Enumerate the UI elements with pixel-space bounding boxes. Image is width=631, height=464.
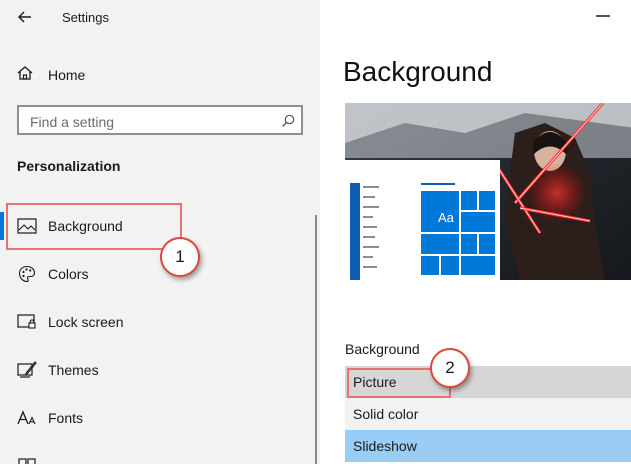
sidebar-item-fonts[interactable]: Fonts xyxy=(0,396,310,440)
sidebar-item-label: Fonts xyxy=(48,410,84,426)
sidebar-item-label: Colors xyxy=(48,266,89,282)
search-input[interactable] xyxy=(28,112,272,132)
window-title: Settings xyxy=(62,10,109,25)
lock-screen-icon xyxy=(16,311,38,333)
dropdown-option-solid-color[interactable]: Solid color xyxy=(345,398,631,430)
home-nav-item[interactable]: Home xyxy=(16,64,85,86)
dropdown-option-slideshow[interactable]: Slideshow xyxy=(345,430,631,462)
option-label: Slideshow xyxy=(353,438,417,454)
callout-number: 2 xyxy=(445,358,455,377)
sidebar-item-themes[interactable]: Themes xyxy=(0,348,310,392)
find-setting-search-box[interactable] xyxy=(17,105,303,135)
fonts-icon xyxy=(16,407,38,429)
themes-icon xyxy=(16,359,38,381)
wallpaper-preview-image xyxy=(345,103,631,280)
sidebar-item-label: Lock screen xyxy=(48,314,124,330)
home-icon xyxy=(16,64,34,87)
preview-tile-label: Aa xyxy=(438,210,454,225)
search-icon[interactable] xyxy=(280,113,296,129)
palette-icon xyxy=(16,263,38,285)
sidebar-scrollbar[interactable] xyxy=(315,215,317,464)
sidebar-item-label: Themes xyxy=(48,362,99,378)
minimize-button[interactable] xyxy=(596,15,610,17)
sidebar-item-lock-screen[interactable]: Lock screen xyxy=(0,300,310,344)
annotation-highlight-background xyxy=(6,203,182,250)
annotation-callout-1: 1 xyxy=(160,237,200,277)
home-label: Home xyxy=(48,67,86,83)
sidebar-item-colors[interactable]: Colors xyxy=(0,252,310,296)
section-title: Personalization xyxy=(17,158,121,174)
background-preview: Aa xyxy=(345,103,631,280)
option-label: Solid color xyxy=(353,406,419,422)
start-icon xyxy=(18,456,36,464)
callout-number: 1 xyxy=(175,247,185,266)
page-title: Background xyxy=(343,56,493,87)
background-setting-label: Background xyxy=(345,341,420,357)
back-arrow-icon[interactable] xyxy=(14,6,36,28)
annotation-callout-2: 2 xyxy=(430,348,470,388)
